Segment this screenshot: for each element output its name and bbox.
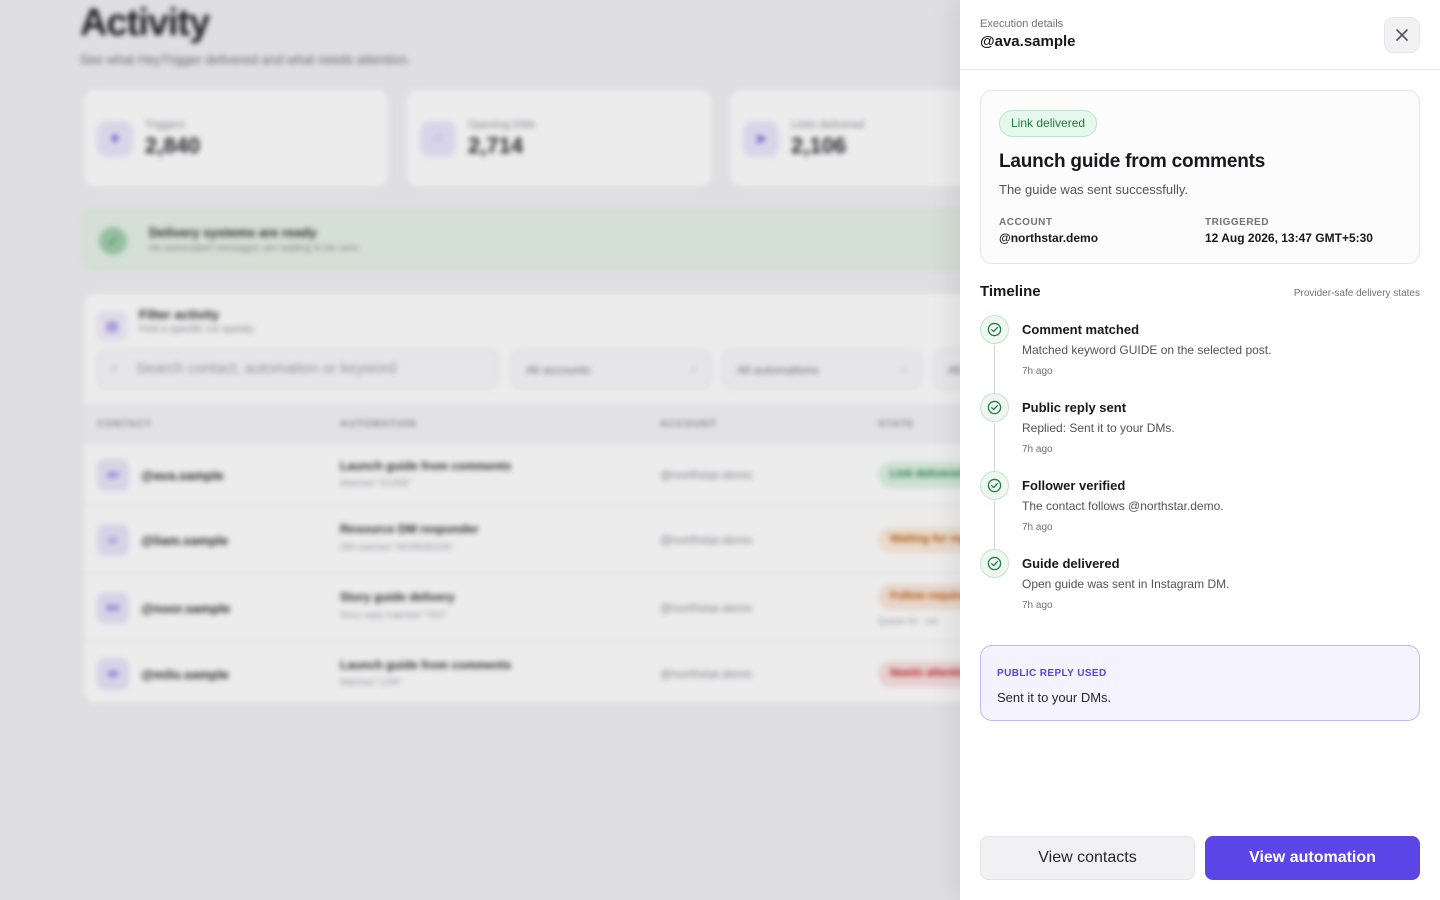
timeline-item-time: 7h ago: [1022, 600, 1053, 611]
timeline-item-time: 7h ago: [1022, 522, 1053, 533]
close-icon: [1396, 29, 1408, 41]
timeline-item-desc: Replied: Sent it to your DMs.: [1022, 421, 1175, 435]
check-circle-icon: [980, 393, 1009, 422]
account-value: @northstar.demo: [999, 231, 1099, 245]
triggered-value: 12 Aug 2026, 13:47 GMT+5:30: [1205, 231, 1373, 245]
timeline-item-desc: The contact follows @northstar.demo.: [1022, 499, 1224, 513]
timeline-item-title: Guide delivered: [1022, 556, 1120, 571]
timeline-heading: Timeline: [980, 283, 1041, 300]
timeline-item: Comment matched Matched keyword GUIDE on…: [980, 315, 1420, 385]
execution-summary-card: Link delivered Launch guide from comment…: [980, 90, 1420, 264]
summary-description: The guide was sent successfully.: [999, 182, 1189, 197]
execution-details-drawer: Execution details @ava.sample Link deliv…: [960, 0, 1440, 900]
status-badge: Link delivered: [999, 110, 1098, 137]
triggered-label: TRIGGERED: [1205, 217, 1269, 228]
timeline-item: Follower verified The contact follows @n…: [980, 471, 1420, 541]
timeline-item-desc: Open guide was sent in Instagram DM.: [1022, 577, 1230, 591]
view-automation-button[interactable]: View automation: [1205, 836, 1420, 880]
timeline-note: Provider-safe delivery states: [1293, 288, 1420, 299]
public-reply-label: PUBLIC REPLY USED: [997, 668, 1107, 679]
timeline-item-title: Follower verified: [1022, 478, 1126, 493]
timeline-item-time: 7h ago: [1022, 366, 1053, 377]
public-reply-card: PUBLIC REPLY USED Sent it to your DMs.: [980, 645, 1420, 721]
modal-backdrop[interactable]: [0, 0, 960, 900]
drawer-eyebrow: Execution details: [980, 18, 1064, 30]
timeline-item: Public reply sent Replied: Sent it to yo…: [980, 393, 1420, 463]
close-button[interactable]: [1384, 17, 1420, 53]
check-circle-icon: [980, 315, 1009, 344]
account-label: ACCOUNT: [999, 217, 1053, 228]
timeline-item: Guide delivered Open guide was sent in I…: [980, 549, 1420, 619]
timeline-item-time: 7h ago: [1022, 444, 1053, 455]
drawer-header: Execution details @ava.sample: [960, 0, 1440, 70]
drawer-title: @ava.sample: [980, 33, 1076, 50]
check-circle-icon: [980, 471, 1009, 500]
automation-title: Launch guide from comments: [999, 151, 1266, 172]
public-reply-text: Sent it to your DMs.: [997, 690, 1112, 705]
check-circle-icon: [980, 549, 1009, 578]
timeline-item-title: Comment matched: [1022, 322, 1140, 337]
timeline-item-title: Public reply sent: [1022, 400, 1127, 415]
timeline-item-desc: Matched keyword GUIDE on the selected po…: [1022, 343, 1272, 357]
view-contacts-button[interactable]: View contacts: [980, 836, 1195, 880]
